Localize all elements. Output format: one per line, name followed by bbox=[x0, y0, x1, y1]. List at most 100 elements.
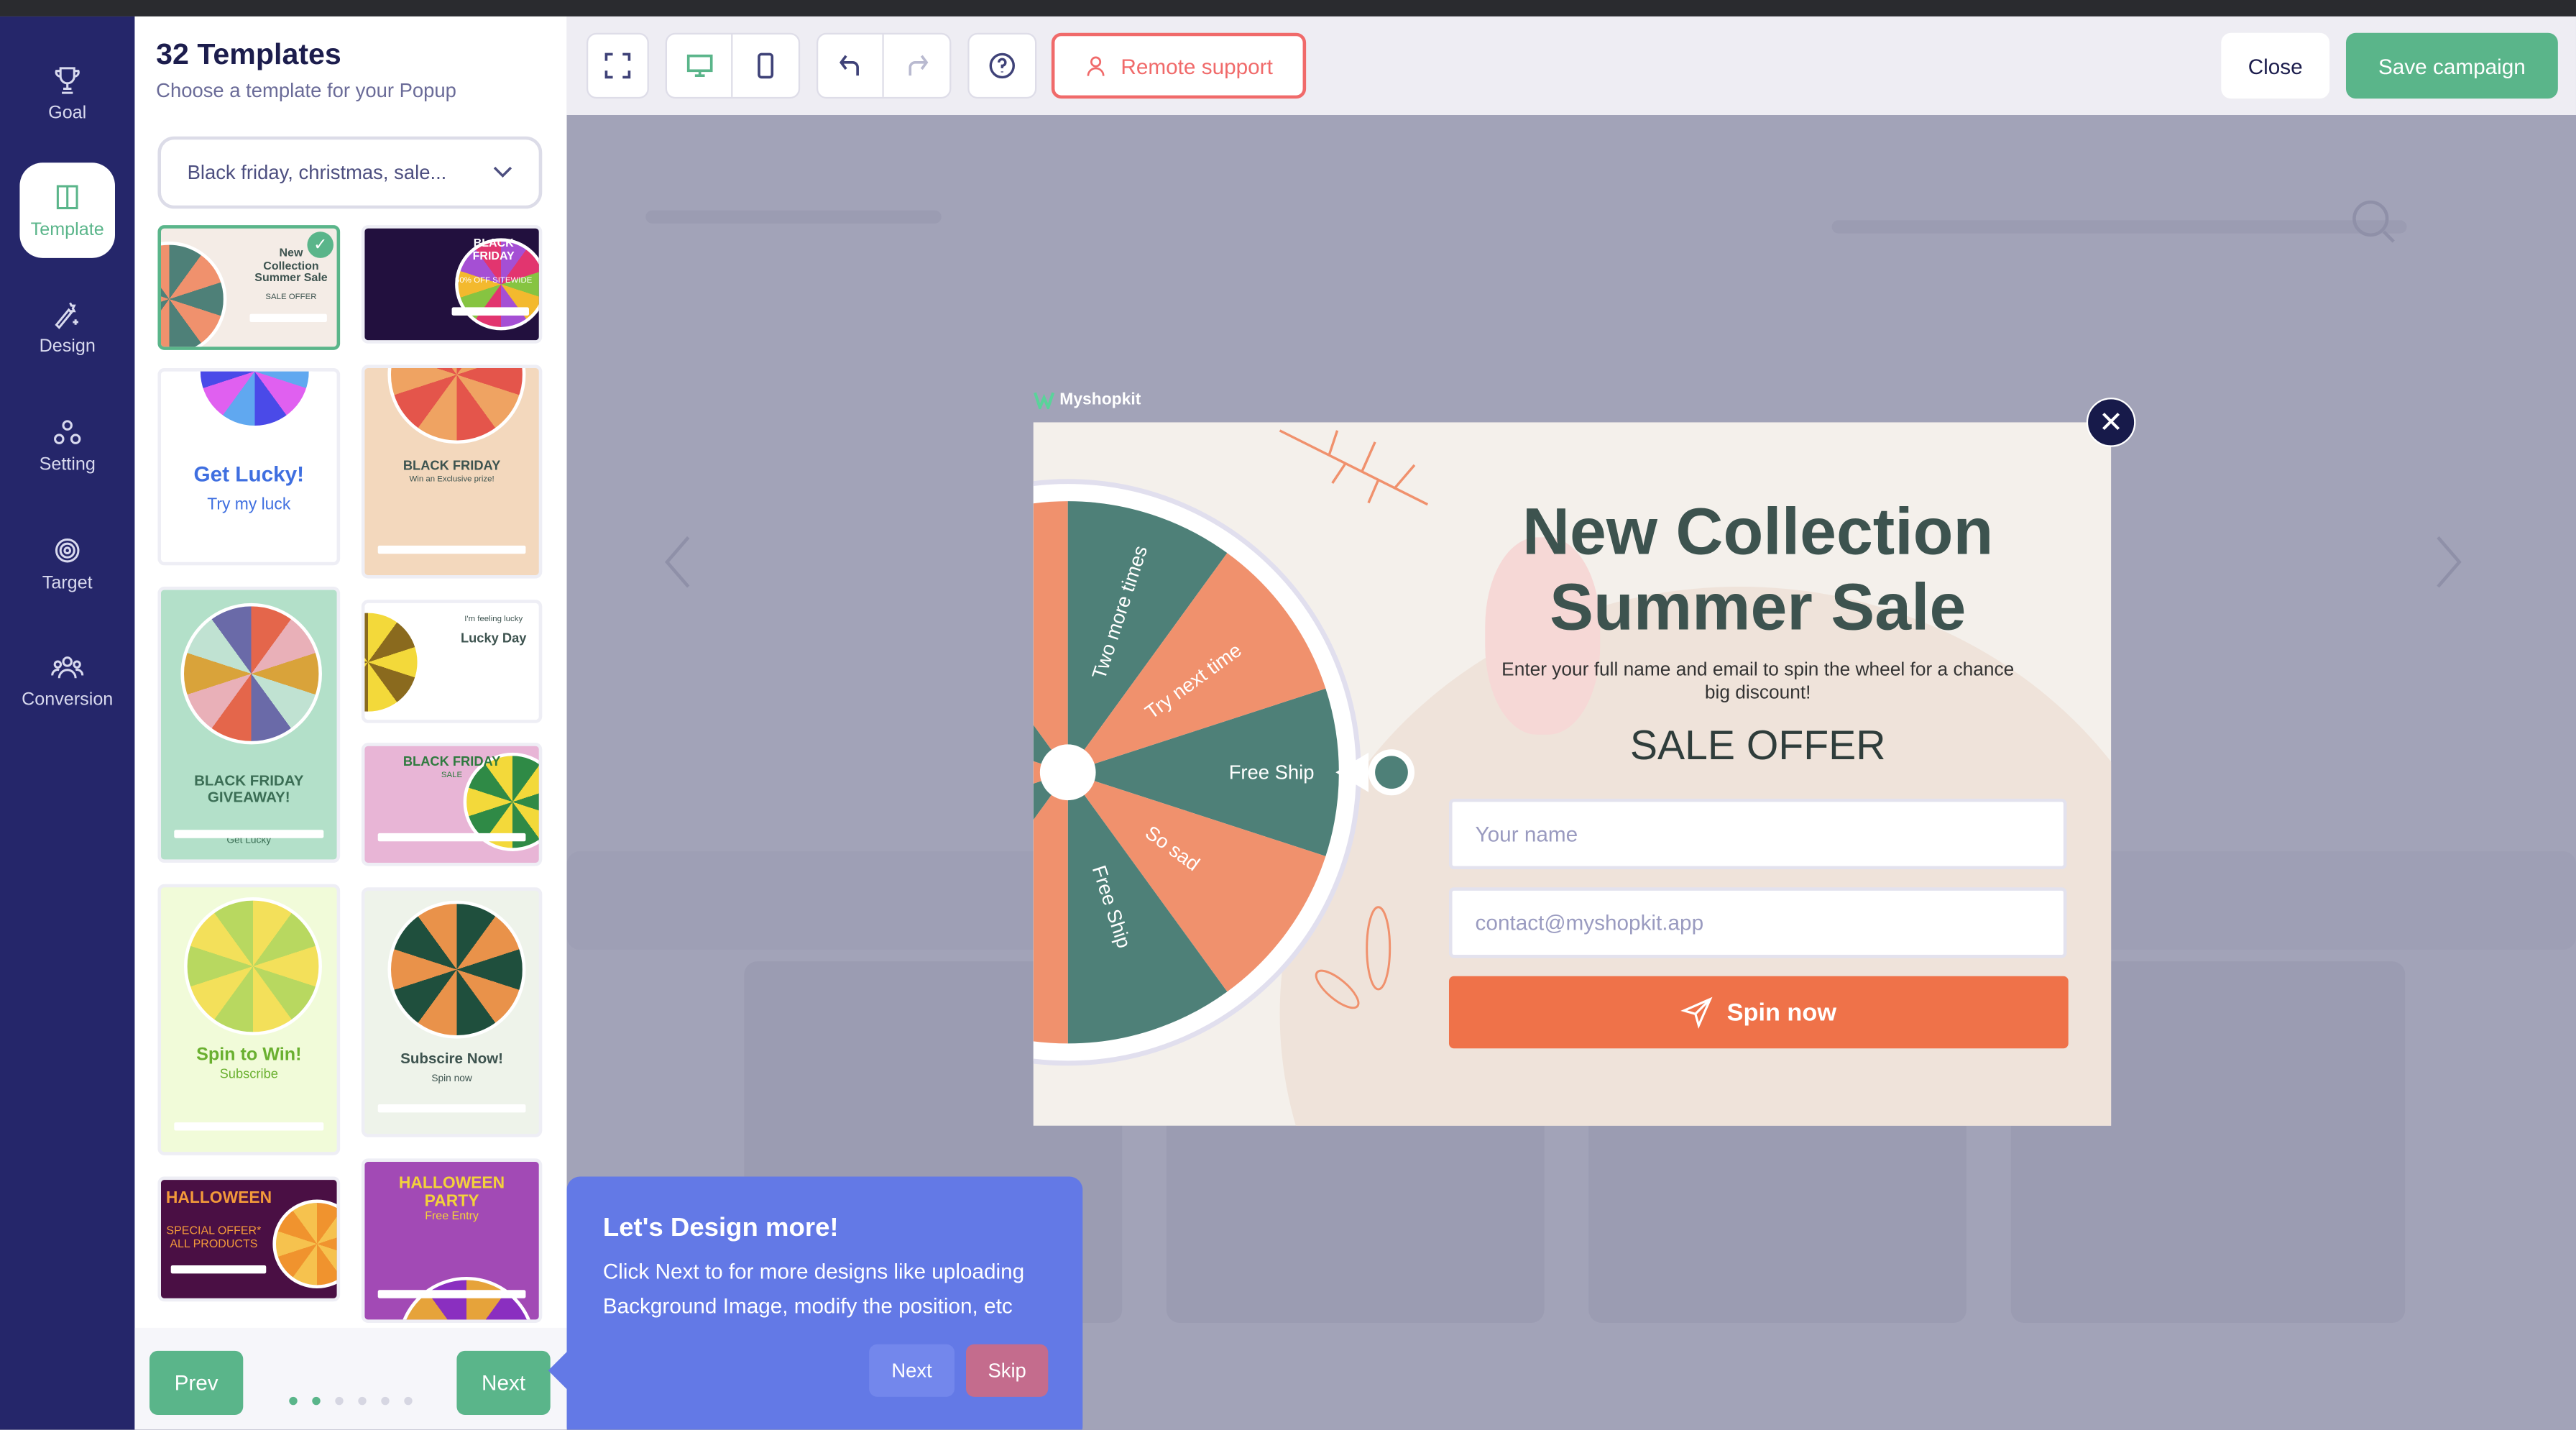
template-card[interactable]: Lucky Day I'm feeling lucky bbox=[361, 600, 543, 723]
sidebar-item-label: Setting bbox=[39, 455, 96, 475]
chevron-left-icon[interactable] bbox=[662, 534, 695, 590]
help-button[interactable] bbox=[967, 32, 1037, 99]
spin-now-label: Spin now bbox=[1726, 998, 1837, 1027]
template-card[interactable]: BLACK FRIDAY 50% OFF SITEWIDE bbox=[361, 225, 543, 344]
popup-close-button[interactable]: ✕ bbox=[2086, 398, 2136, 447]
sidebar-item-label: Design bbox=[39, 336, 96, 357]
email-input[interactable]: contact@myshopkit.app bbox=[1448, 887, 2067, 958]
sidebar-item-template[interactable]: Template bbox=[19, 162, 115, 258]
sidebar-item-conversion[interactable]: Conversion bbox=[10, 633, 125, 728]
template-card[interactable]: HALLOWEEN PARTY Free Entry bbox=[361, 1158, 543, 1323]
save-campaign-button[interactable]: Save campaign bbox=[2345, 32, 2558, 99]
template-title: BLACK FRIDAY bbox=[472, 238, 515, 262]
sidebar-item-goal[interactable]: Goal bbox=[19, 46, 115, 142]
myshopkit-logo-icon bbox=[1034, 392, 1055, 410]
template-title: Get Lucky! bbox=[193, 462, 305, 487]
template-title: HALLOWEEN PARTY bbox=[398, 1175, 505, 1211]
template-title: Subscire Now! bbox=[400, 1050, 503, 1067]
brand-name: Myshopkit bbox=[1059, 390, 1141, 410]
category-dropdown[interactable]: Black friday, christmas, sale... bbox=[157, 136, 543, 209]
template-card[interactable]: BLACK FRIDAY Win an Exclusive prize! bbox=[361, 365, 543, 579]
history-controls bbox=[816, 32, 952, 99]
template-input-preview bbox=[174, 1122, 324, 1131]
template-input-preview bbox=[377, 833, 526, 842]
tour-skip-button[interactable]: Skip bbox=[965, 1344, 1049, 1397]
redo-button[interactable] bbox=[884, 35, 949, 97]
close-button[interactable]: Close bbox=[2221, 32, 2330, 99]
sidebar-item-label: Goal bbox=[48, 103, 87, 124]
wheel-thumbnail bbox=[387, 900, 526, 1039]
pagination-dot[interactable] bbox=[312, 1396, 321, 1406]
template-card[interactable]: Get Lucky! Try my luck bbox=[157, 367, 341, 566]
template-card[interactable]: Subscire Now! Spin now bbox=[361, 887, 543, 1137]
pagination-dot[interactable] bbox=[381, 1396, 390, 1406]
toolbar: Remote support Close Save campaign bbox=[566, 16, 2576, 115]
template-subtitle: SALE OFFER bbox=[265, 292, 317, 303]
panel-title: 32 Templates bbox=[156, 37, 341, 71]
remote-support-label: Remote support bbox=[1121, 53, 1273, 78]
template-input-preview bbox=[377, 1104, 526, 1113]
template-subtitle: Spin now bbox=[431, 1074, 472, 1085]
users-icon bbox=[51, 656, 84, 679]
template-subtitle: Try my luck bbox=[207, 496, 291, 515]
pagination-dot[interactable] bbox=[289, 1396, 298, 1406]
pagination-dot[interactable] bbox=[404, 1396, 413, 1406]
prev-button[interactable]: Prev bbox=[149, 1350, 244, 1415]
chevron-right-icon[interactable] bbox=[2432, 534, 2465, 590]
remote-support-button[interactable]: Remote support bbox=[1051, 32, 1307, 99]
trophy-icon bbox=[55, 67, 80, 94]
mobile-view-button[interactable] bbox=[732, 35, 798, 97]
user-icon bbox=[1087, 56, 1105, 76]
popup-title-line: Summer Sale bbox=[1550, 572, 1966, 644]
pagination-dot[interactable] bbox=[358, 1396, 367, 1406]
magic-wand-icon bbox=[55, 302, 78, 329]
selected-check-icon: ✓ bbox=[307, 232, 334, 258]
close-icon: ✕ bbox=[2098, 405, 2124, 439]
popup-title: New Collection Summer Sale bbox=[1362, 495, 2111, 646]
brand-logo: Myshopkit bbox=[1034, 390, 1141, 410]
template-subtitle: I'm feeling lucky bbox=[464, 614, 523, 625]
pagination-dot[interactable] bbox=[335, 1396, 344, 1406]
sidebar: Goal Template Design Setting Target Conv… bbox=[0, 16, 135, 1430]
sidebar-item-label: Template bbox=[30, 220, 104, 240]
chevron-down-icon bbox=[493, 166, 512, 178]
template-input-preview bbox=[451, 307, 529, 316]
template-input-preview bbox=[377, 545, 526, 554]
tour-next-button[interactable]: Next bbox=[869, 1344, 954, 1397]
settings-icon bbox=[54, 420, 81, 444]
tour-tooltip: Let's Design more! Click Next to for mor… bbox=[548, 1176, 1083, 1430]
wheel-segment bbox=[1033, 772, 1068, 1044]
template-card[interactable]: BLACK FRIDAY GIVEAWAY! Get Lucky bbox=[157, 586, 341, 863]
fullscreen-button[interactable] bbox=[586, 32, 649, 99]
sidebar-item-setting[interactable]: Setting bbox=[19, 398, 115, 493]
desktop-icon bbox=[686, 54, 712, 77]
template-title: BLACK FRIDAY GIVEAWAY! bbox=[194, 772, 304, 805]
template-subtitle: SALE bbox=[441, 770, 463, 781]
wheel-thumbnail bbox=[364, 609, 421, 715]
sidebar-item-target[interactable]: Target bbox=[19, 516, 115, 612]
sidebar-item-design[interactable]: Design bbox=[19, 280, 115, 375]
template-card[interactable]: HALLOWEEN SPECIAL OFFER* ALL PRODUCTS bbox=[157, 1176, 341, 1302]
template-title: Spin to Win! bbox=[196, 1045, 302, 1065]
template-subtitle: Win an Exclusive prize! bbox=[409, 475, 494, 485]
undo-icon bbox=[838, 55, 858, 76]
next-button[interactable]: Next bbox=[456, 1350, 551, 1415]
dropdown-value: Black friday, christmas, sale... bbox=[187, 160, 447, 184]
undo-button[interactable] bbox=[818, 34, 884, 97]
template-title: Lucky Day bbox=[460, 631, 527, 646]
wheel-hub bbox=[1039, 744, 1096, 801]
template-subtitle: 50% OFF SITEWIDE bbox=[455, 275, 533, 286]
wheel-thumbnail bbox=[397, 1276, 536, 1320]
name-input[interactable]: Your name bbox=[1448, 798, 2067, 870]
search-icon bbox=[2352, 200, 2395, 243]
desktop-view-button[interactable] bbox=[667, 34, 733, 97]
template-card[interactable]: Spin to Win! Subscribe bbox=[157, 884, 341, 1155]
browser-top-bar bbox=[0, 0, 2576, 17]
template-card[interactable]: New Collection Summer Sale SALE OFFER ✓ bbox=[157, 225, 341, 350]
panel-subtitle: Choose a template for your Popup bbox=[156, 78, 456, 102]
template-input-preview bbox=[451, 687, 529, 695]
spin-now-button[interactable]: Spin now bbox=[1448, 976, 2069, 1049]
template-input-preview bbox=[377, 1290, 526, 1298]
template-card[interactable]: BLACK FRIDAY SALE bbox=[361, 743, 543, 866]
template-input-preview bbox=[174, 532, 324, 541]
